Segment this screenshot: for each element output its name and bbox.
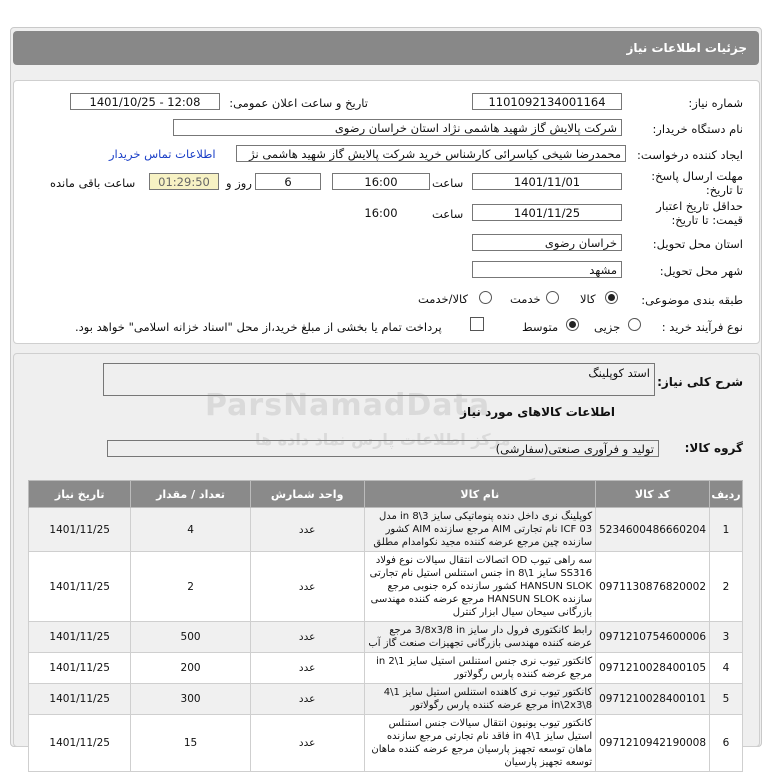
- general-desc-field: استد کوپلینگ: [103, 363, 655, 396]
- cell-name: کانکتور تیوب یونیون انتقال سیالات جنس اس…: [363, 714, 597, 772]
- page-header: جزئیات اطلاعات نیاز: [13, 31, 759, 65]
- process-radio-medium[interactable]: [566, 318, 579, 331]
- validity-time-field: 16:00: [332, 204, 430, 221]
- cell-unit: عدد: [249, 683, 365, 715]
- table-row[interactable]: 1 5234600486660204 کوپلینگ نری داخل دنده…: [27, 507, 743, 552]
- cell-unit: عدد: [249, 652, 365, 684]
- province-field: خراسان رضوی: [472, 234, 622, 251]
- cell-name: کوپلینگ نری داخل دنده پنوماتیکی سایز 3\8…: [363, 507, 597, 552]
- need-number-label: شماره نیاز:: [688, 96, 743, 110]
- process-type-label: نوع فرآیند خرید :: [661, 320, 743, 334]
- col-qty-header: تعداد / مقدار: [130, 480, 251, 508]
- cell-row-number: 5: [709, 683, 743, 715]
- cell-date: 1401/11/25: [27, 683, 132, 715]
- cell-row-number: 4: [709, 652, 743, 684]
- cell-code: 0971210028400105: [595, 652, 711, 684]
- cell-code: 0971130876820002: [595, 551, 711, 622]
- cell-qty: 500: [130, 621, 251, 653]
- cell-row-number: 1: [709, 507, 743, 552]
- validity-date-field: 1401/11/25: [472, 204, 622, 221]
- cell-qty: 300: [130, 683, 251, 715]
- table-row[interactable]: 5 0971210028400101 کانکتور تیوب نری کاهن…: [27, 683, 743, 715]
- days-field: 6: [255, 173, 321, 190]
- payment-note: پرداخت تمام یا بخشی از مبلغ خرید،از محل …: [75, 320, 442, 334]
- cell-row-number: 6: [709, 714, 743, 772]
- table-row[interactable]: 4 0971210028400105 کانکتور تیوب نری جنس …: [27, 652, 743, 684]
- page-title: جزئیات اطلاعات نیاز: [626, 41, 747, 55]
- requester-label: ایجاد کننده درخواست:: [637, 148, 743, 162]
- col-date-header: تاریخ نیاز: [27, 480, 132, 508]
- city-field: مشهد: [472, 261, 622, 278]
- process-radio-minor[interactable]: [628, 318, 641, 331]
- need-number-field: 1101092134001164: [472, 93, 622, 110]
- category-radio-goods[interactable]: [605, 291, 618, 304]
- cell-unit: عدد: [249, 551, 365, 622]
- cell-name: سه راهی تیوب OD اتصالات انتقال سیالات نو…: [363, 551, 597, 622]
- table-row[interactable]: 3 0971210754600006 رابط کانکتوری فرول دا…: [27, 621, 743, 653]
- cell-date: 1401/11/25: [27, 621, 132, 653]
- table-row[interactable]: 6 0971210942190008 کانکتور تیوب یونیون ا…: [27, 714, 743, 772]
- announce-datetime-field: 1401/10/25 - 12:08: [70, 93, 220, 110]
- buyer-name-label: نام دستگاه خریدار:: [652, 122, 743, 136]
- buyer-name-field: شرکت پالایش گاز شهید هاشمی نژاد استان خر…: [173, 119, 622, 136]
- cell-date: 1401/11/25: [27, 652, 132, 684]
- treasury-checkbox[interactable]: [470, 317, 484, 331]
- deadline-time-label: ساعت: [432, 176, 464, 190]
- col-row-header: ردیف: [709, 480, 743, 508]
- cell-row-number: 2: [709, 551, 743, 622]
- process-minor-label: جزیی: [594, 320, 621, 334]
- table-row[interactable]: 2 0971130876820002 سه راهی تیوب OD اتصال…: [27, 551, 743, 622]
- cell-qty: 15: [130, 714, 251, 772]
- cell-date: 1401/11/25: [27, 714, 132, 772]
- goods-group-label: گروه کالا:: [684, 441, 743, 455]
- category-service-label: خدمت: [510, 292, 541, 306]
- table-header-row: ردیف کد کالا نام کالا واحد شمارش تعداد /…: [27, 480, 743, 508]
- cell-code: 0971210942190008: [595, 714, 711, 772]
- col-code-header: کد کالا: [595, 480, 711, 508]
- cell-qty: 4: [130, 507, 251, 552]
- remaining-label: ساعت باقی مانده: [50, 176, 136, 190]
- deadline-label: مهلت ارسال پاسخ: تا تاریخ:: [651, 169, 743, 197]
- cell-unit: عدد: [249, 621, 365, 653]
- category-goods-service-label: کالا/خدمت: [418, 292, 469, 306]
- validity-time-label: ساعت: [432, 207, 464, 221]
- cell-code: 0971210028400101: [595, 683, 711, 715]
- category-label: طبقه بندی موضوعی:: [641, 293, 743, 307]
- cell-name: رابط کانکتوری فرول دار سایز 3/8x3/8 in م…: [363, 621, 597, 653]
- days-label: روز و: [226, 176, 252, 190]
- validity-label: حداقل تاریخ اعتبار قیمت: تا تاریخ:: [656, 199, 743, 227]
- cell-name: کانکتور تیوب نری جنس استنلس استیل سایز 1…: [363, 652, 597, 684]
- announce-datetime-label: تاریخ و ساعت اعلان عمومی:: [229, 96, 368, 110]
- category-goods-label: کالا: [580, 292, 596, 306]
- col-name-header: نام کالا: [363, 480, 597, 508]
- process-medium-label: متوسط: [522, 320, 559, 334]
- general-desc-label: شرح کلی نیاز:: [657, 375, 743, 389]
- deadline-date-field: 1401/11/01: [472, 173, 622, 190]
- cell-date: 1401/11/25: [27, 507, 132, 552]
- province-label: استان محل تحویل:: [652, 237, 743, 251]
- cell-qty: 2: [130, 551, 251, 622]
- cell-row-number: 3: [709, 621, 743, 653]
- city-label: شهر محل تحویل:: [659, 264, 743, 278]
- cell-name: کانکتور تیوب نری کاهنده استنلس استیل سای…: [363, 683, 597, 715]
- goods-group-field: تولید و فرآوری صنعتی(سفارشی): [107, 440, 659, 457]
- category-radio-service[interactable]: [546, 291, 559, 304]
- goods-info-heading: اطلاعات کالاهای مورد نیاز: [460, 405, 615, 419]
- cell-unit: عدد: [249, 714, 365, 772]
- cell-code: 0971210754600006: [595, 621, 711, 653]
- category-radio-goods-service[interactable]: [479, 291, 492, 304]
- cell-qty: 200: [130, 652, 251, 684]
- deadline-time-field: 16:00: [332, 173, 430, 190]
- cell-date: 1401/11/25: [27, 551, 132, 622]
- cell-unit: عدد: [249, 507, 365, 552]
- col-unit-header: واحد شمارش: [249, 480, 365, 508]
- remaining-time-field: 01:29:50: [149, 173, 219, 190]
- goods-table: ردیف کد کالا نام کالا واحد شمارش تعداد /…: [27, 480, 743, 772]
- cell-code: 5234600486660204: [595, 507, 711, 552]
- contact-buyer-link[interactable]: اطلاعات تماس خریدار: [109, 147, 216, 161]
- requester-field: محمدرضا شیخی کیاسرائی کارشناس خرید شرکت …: [236, 145, 626, 162]
